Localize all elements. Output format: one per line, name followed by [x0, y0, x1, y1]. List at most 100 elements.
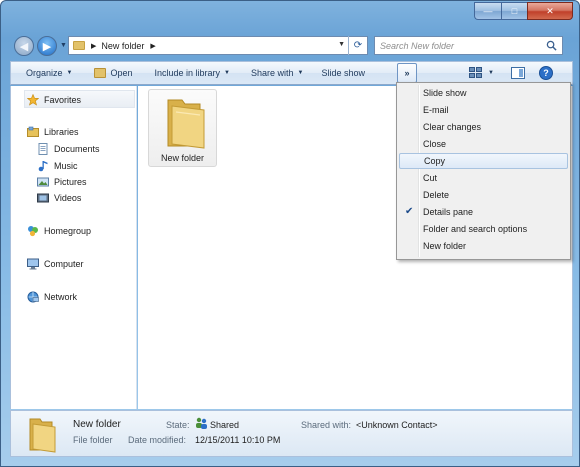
nav-item-network[interactable]: Network — [27, 289, 77, 304]
nav-label-documents: Documents — [54, 143, 100, 154]
include-in-library-button[interactable]: Include in library ▼ — [141, 62, 238, 84]
menu-item-cut[interactable]: Cut — [399, 170, 568, 186]
more-commands-menu: Slide show E-mail Clear changes Close Co… — [396, 82, 571, 260]
organize-label: Organize — [26, 68, 63, 78]
chevron-down-icon: ▼ — [224, 70, 230, 76]
minimize-button[interactable]: — — [474, 2, 501, 20]
nav-item-favorites[interactable]: Favorites — [27, 92, 81, 107]
include-in-library-label: Include in library — [154, 68, 221, 78]
explorer-window: — □ ✕ ◀ ▶ ▼ ▶ New folder ▶ ▼ ⟳ Search Ne… — [0, 0, 580, 467]
menu-item-label: Slide show — [423, 88, 467, 98]
details-shared-with-value: <Unknown Contact> — [356, 420, 438, 430]
breadcrumb-separator[interactable]: ▶ — [91, 42, 96, 50]
details-state-label: State: — [166, 420, 190, 430]
nav-item-pictures[interactable]: Pictures — [37, 174, 87, 189]
nav-label-videos: Videos — [54, 192, 82, 203]
breadcrumb-separator[interactable]: ▶ — [150, 42, 155, 50]
nav-label-network: Network — [44, 291, 78, 302]
breadcrumb-new-folder[interactable]: New folder — [101, 41, 144, 51]
menu-item-clear-changes[interactable]: Clear changes — [399, 119, 568, 135]
search-input[interactable]: Search New folder — [380, 41, 454, 51]
nav-label-libraries: Libraries — [44, 126, 79, 137]
menu-item-close[interactable]: Close — [399, 136, 568, 152]
menu-item-label: Delete — [423, 190, 450, 200]
details-shared-with-label: Shared with: — [301, 420, 352, 430]
nav-item-documents[interactable]: Documents — [37, 141, 100, 156]
address-bar[interactable]: ▶ New folder ▶ ▼ ⟳ — [68, 36, 368, 55]
slide-show-label: Slide show — [321, 68, 366, 78]
details-pane: New folder File folder State: Shared Dat… — [10, 410, 573, 457]
checkmark-icon: ✔ — [405, 206, 414, 217]
caption-buttons: — □ ✕ — [474, 2, 573, 20]
file-item-new-folder[interactable]: New folder — [148, 89, 217, 167]
menu-item-label: E-mail — [423, 105, 449, 115]
more-commands-button[interactable]: » — [397, 63, 417, 83]
change-view-button[interactable]: ▼ — [469, 67, 494, 78]
homegroup-icon — [28, 225, 38, 236]
nav-label-computer: Computer — [44, 258, 84, 269]
star-icon — [27, 93, 39, 106]
close-button[interactable]: ✕ — [527, 2, 573, 20]
nav-item-computer[interactable]: Computer — [27, 256, 84, 271]
menu-item-details-pane[interactable]: ✔ Details pane — [399, 204, 568, 220]
menu-item-label: Folder and search options — [423, 224, 528, 234]
address-history-dropdown[interactable]: ▼ — [338, 41, 345, 48]
details-item-name: New folder — [73, 419, 121, 430]
menu-item-label: Details pane — [423, 207, 474, 217]
maximize-button[interactable]: □ — [501, 2, 527, 20]
folder-icon — [73, 41, 85, 50]
menu-item-label: Clear changes — [423, 122, 482, 132]
videos-icon — [37, 193, 49, 202]
nav-item-libraries[interactable]: Libraries — [27, 124, 79, 139]
details-item-type: File folder — [73, 435, 113, 445]
nav-label-homegroup: Homegroup — [44, 225, 92, 236]
navigation-pane: Favorites Libraries Documents Music Pict… — [10, 86, 137, 409]
pictures-icon — [37, 177, 49, 186]
preview-pane-icon[interactable] — [511, 67, 525, 79]
details-modified-value: 12/15/2011 10:10 PM — [195, 435, 281, 445]
shared-users-icon — [196, 417, 207, 429]
chevron-down-icon[interactable]: ▼ — [488, 70, 494, 76]
open-folder-icon — [94, 68, 107, 78]
music-icon — [38, 160, 48, 171]
refresh-button[interactable]: ⟳ — [348, 36, 367, 55]
menu-item-email[interactable]: E-mail — [399, 102, 568, 118]
recent-pages-dropdown[interactable]: ▼ — [60, 42, 67, 49]
chevron-down-icon: ▼ — [66, 70, 73, 76]
help-icon[interactable]: ? — [539, 66, 553, 80]
menu-item-folder-and-search-options[interactable]: Folder and search options — [399, 221, 568, 237]
nav-item-homegroup[interactable]: Homegroup — [27, 223, 91, 238]
back-button[interactable]: ◀ — [14, 36, 34, 56]
computer-icon — [27, 258, 39, 269]
menu-item-label: Copy — [424, 156, 446, 166]
network-icon — [27, 291, 39, 302]
folder-icon — [167, 99, 205, 149]
menu-item-delete[interactable]: Delete — [399, 187, 568, 203]
slide-show-button[interactable]: Slide show — [311, 62, 373, 84]
menu-item-label: New folder — [423, 241, 467, 251]
nav-label-pictures: Pictures — [54, 176, 87, 187]
search-icon[interactable] — [546, 40, 557, 51]
nav-item-music[interactable]: Music — [37, 158, 78, 173]
menu-item-copy[interactable]: Copy — [399, 153, 568, 169]
open-label: Open — [110, 68, 133, 78]
documents-icon — [38, 142, 48, 155]
open-button[interactable]: Open — [80, 62, 140, 84]
file-item-label: New folder — [160, 153, 205, 163]
menu-item-new-folder[interactable]: New folder — [399, 238, 568, 254]
menu-item-slide-show[interactable]: Slide show — [399, 85, 568, 101]
nav-label-favorites: Favorites — [44, 94, 82, 105]
folder-icon — [29, 418, 56, 453]
libraries-icon — [27, 126, 39, 137]
view-icon — [469, 67, 482, 78]
organize-button[interactable]: Organize ▼ — [11, 62, 80, 84]
share-with-button[interactable]: Share with ▼ — [238, 62, 311, 84]
menu-item-label: Close — [423, 139, 447, 149]
search-box[interactable]: Search New folder — [374, 36, 563, 55]
details-modified-label: Date modified: — [128, 435, 187, 445]
nav-item-videos[interactable]: Videos — [37, 190, 81, 205]
details-state-value: Shared — [210, 420, 240, 430]
nav-label-music: Music — [54, 160, 78, 171]
forward-button[interactable]: ▶ — [37, 36, 57, 56]
share-with-label: Share with — [251, 68, 294, 78]
